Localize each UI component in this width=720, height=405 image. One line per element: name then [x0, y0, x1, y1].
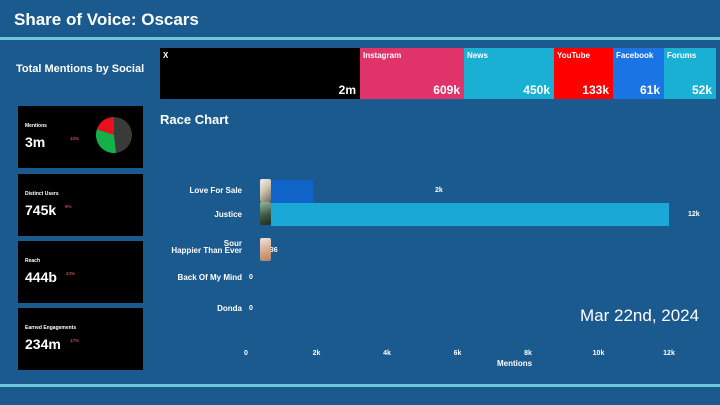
- top-rule: [0, 37, 720, 40]
- dashboard-title: Share of Voice: Oscars: [14, 10, 199, 29]
- race-bar-value-label: 0: [249, 274, 253, 281]
- x-axis-tick-label: 10k: [592, 350, 605, 357]
- social-segment-youtube[interactable]: YouTube 133k: [554, 48, 613, 99]
- social-segment-forums[interactable]: Forums 52k: [664, 48, 716, 99]
- social-value: 52k: [691, 83, 712, 97]
- mentions-pie-chart: [96, 117, 132, 154]
- social-name: Instagram: [363, 51, 402, 60]
- social-segment-instagram[interactable]: Instagram 609k: [360, 48, 464, 99]
- social-name: News: [467, 51, 488, 60]
- social-segment-news[interactable]: News 450k: [464, 48, 554, 99]
- race-bar[interactable]: [271, 180, 313, 203]
- category-label-justice: Justice: [214, 210, 242, 219]
- x-axis-tick-label: 8k: [524, 350, 532, 357]
- album-thumb-love-for-sale: [260, 179, 271, 202]
- social-segment-facebook[interactable]: Facebook 61k: [613, 48, 664, 99]
- social-name: X: [163, 51, 169, 60]
- kpi-card-distinct-users[interactable]: Distinct Users 745k 9%: [18, 174, 143, 236]
- race-bar-value-label: 2k: [435, 187, 443, 194]
- social-name: Facebook: [616, 51, 654, 60]
- kpi-label: Distinct Users: [25, 191, 59, 197]
- race-chart-title: Race Chart: [160, 112, 229, 127]
- category-label-back-of-my-mind: Back Of My Mind: [177, 273, 242, 282]
- kpi-card-reach[interactable]: Reach 444b 24%: [18, 241, 143, 303]
- x-axis-tick-label: 4k: [383, 350, 391, 357]
- race-bar[interactable]: [271, 203, 669, 226]
- social-value: 61k: [639, 83, 660, 97]
- total-mentions-label: Total Mentions by Social: [16, 63, 145, 75]
- kpi-change: 24%: [66, 271, 76, 276]
- album-thumb-sour: [260, 238, 271, 261]
- social-segment-x[interactable]: X 2m: [160, 48, 360, 99]
- social-name: Forums: [667, 51, 697, 60]
- social-name: YouTube: [557, 51, 591, 60]
- category-label-happier-than-ever: Happier Than Ever: [171, 246, 242, 255]
- bottom-rule: [0, 384, 720, 387]
- race-bar-value-label: 12k: [688, 211, 700, 218]
- kpi-card-earned-engagements[interactable]: Earned Engagements 234m 17%: [18, 308, 143, 370]
- kpi-change: 10%: [70, 136, 80, 141]
- x-axis-label: Mentions: [497, 359, 533, 368]
- social-value: 2m: [338, 83, 356, 97]
- kpi-value: 745k: [25, 202, 57, 218]
- kpi-value: 444b: [25, 269, 57, 285]
- x-axis-tick-label: 2k: [312, 350, 321, 357]
- social-value: 450k: [523, 83, 550, 97]
- social-mentions-strip: X 2m Instagram 609k News 450k YouTube 13…: [160, 48, 716, 99]
- category-label-love-for-sale: Love For Sale: [189, 186, 242, 195]
- kpi-value: 3m: [25, 134, 46, 150]
- kpi-change: 17%: [70, 338, 80, 343]
- kpi-label: Earned Engagements: [25, 325, 77, 331]
- category-label-donda: Donda: [217, 304, 242, 313]
- kpi-value: 234m: [25, 336, 61, 352]
- x-axis-tick-label: 12k: [663, 350, 675, 357]
- race-bar-value-label: 0: [249, 305, 253, 312]
- kpi-change: 9%: [65, 204, 72, 209]
- x-axis-tick-label: 6k: [453, 350, 462, 357]
- x-axis-tick-label: 0: [244, 350, 248, 357]
- social-value: 133k: [582, 83, 609, 97]
- album-thumb-justice: [260, 202, 271, 225]
- kpi-label: Reach: [25, 258, 41, 264]
- kpi-label: Mentions: [25, 123, 47, 129]
- kpi-card-mentions[interactable]: Mentions 3m 10%: [18, 106, 143, 168]
- race-date: Mar 22nd, 2024: [580, 306, 700, 325]
- social-value: 609k: [433, 83, 460, 97]
